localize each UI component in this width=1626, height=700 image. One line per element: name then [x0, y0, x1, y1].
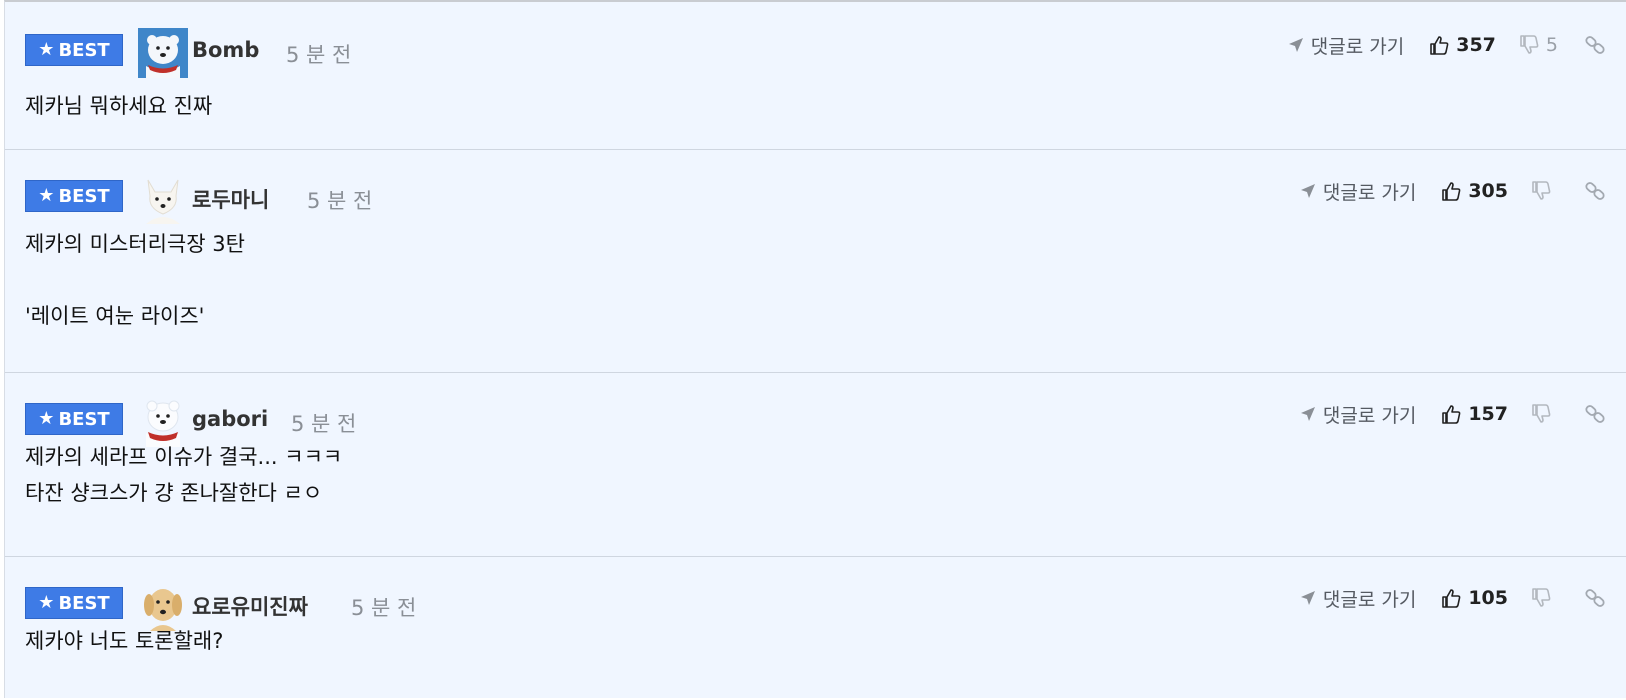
comment-time: 5 분 전	[351, 596, 417, 620]
thumbs-up-icon	[1442, 405, 1461, 424]
star-icon: ★	[38, 408, 55, 429]
comment-body: 제카님 뭐하세요 진짜	[25, 94, 213, 118]
thumbs-up-icon	[1442, 589, 1461, 608]
comment-body: 제카의 세라프 이슈가 결국... ㅋㅋㅋ 타잔 샹크스가 걍 존나잘한다 ㄹㅇ	[25, 445, 343, 505]
dislike-button[interactable]: 5	[1518, 34, 1558, 56]
best-badge: ★ BEST	[25, 180, 123, 212]
goto-comment-button[interactable]: 댓글로 가기	[1299, 178, 1416, 205]
copy-link-button[interactable]	[1584, 34, 1606, 56]
nickname[interactable]: Bomb	[192, 38, 259, 62]
goto-comment-button[interactable]: 댓글로 가기	[1299, 585, 1416, 612]
comment-actions: 댓글로 가기 157	[1299, 399, 1606, 429]
goto-comment-label: 댓글로 가기	[1322, 404, 1417, 427]
star-icon: ★	[38, 185, 55, 206]
goto-comment-label: 댓글로 가기	[1310, 35, 1405, 58]
comment-time: 5 분 전	[286, 43, 352, 67]
comment-list: ★ BEST Bomb 5 분 전 제카님 뭐하세요 진짜 댓글로 가기 357…	[4, 0, 1626, 698]
like-button[interactable]: 105	[1440, 587, 1508, 609]
best-badge-label: BEST	[58, 592, 110, 614]
avatar[interactable]	[138, 174, 188, 224]
comment-body: 제카야 너도 토론할래?	[25, 629, 224, 653]
link-icon	[1585, 182, 1605, 200]
like-count: 157	[1468, 403, 1508, 425]
best-badge-label: BEST	[58, 39, 110, 61]
thumbs-down-icon	[1520, 35, 1539, 54]
thumbs-up-icon	[1430, 36, 1449, 55]
best-badge: ★ BEST	[25, 34, 123, 66]
send-icon	[1300, 407, 1315, 421]
comment-actions: 댓글로 가기 305	[1299, 176, 1606, 206]
goto-comment-button[interactable]: 댓글로 가기	[1287, 32, 1404, 59]
comment-item: ★ BEST 로두마니 5 분 전 제카의 미스터리극장 3탄 '레이트 여눈 …	[5, 150, 1626, 373]
nickname[interactable]: gabori	[192, 407, 268, 431]
thumbs-up-icon	[1442, 182, 1461, 201]
like-button[interactable]: 157	[1440, 403, 1508, 425]
link-icon	[1585, 36, 1605, 54]
comment-actions: 댓글로 가기 357 5	[1287, 30, 1606, 60]
link-icon	[1585, 589, 1605, 607]
star-icon: ★	[38, 39, 55, 60]
send-icon	[1300, 184, 1315, 198]
like-count: 305	[1468, 180, 1508, 202]
best-badge: ★ BEST	[25, 403, 123, 435]
best-badge: ★ BEST	[25, 587, 123, 619]
nickname[interactable]: 로두마니	[192, 184, 269, 214]
comment-item: ★ BEST gabori 5 분 전 제카의 세라프 이슈가 결국... ㅋㅋ…	[5, 373, 1626, 557]
comment-actions: 댓글로 가기 105	[1299, 583, 1606, 613]
comment-body: 제카의 미스터리극장 3탄 '레이트 여눈 라이즈'	[25, 232, 245, 328]
copy-link-button[interactable]	[1584, 180, 1606, 202]
best-badge-label: BEST	[58, 408, 110, 430]
comment-time: 5 분 전	[307, 189, 373, 213]
send-icon	[1300, 591, 1315, 605]
like-button[interactable]: 305	[1440, 180, 1508, 202]
dislike-count: 5	[1545, 34, 1558, 56]
best-badge-label: BEST	[58, 185, 110, 207]
comment-item: ★ BEST 요로유미진짜 5 분 전 제카야 너도 토론할래? 댓글로 가기	[5, 557, 1626, 700]
goto-comment-button[interactable]: 댓글로 가기	[1299, 401, 1416, 428]
comment-item: ★ BEST Bomb 5 분 전 제카님 뭐하세요 진짜 댓글로 가기 357…	[5, 4, 1626, 150]
goto-comment-label: 댓글로 가기	[1322, 588, 1417, 611]
thumbs-down-icon	[1532, 404, 1551, 423]
dislike-button[interactable]	[1530, 587, 1558, 609]
copy-link-button[interactable]	[1584, 403, 1606, 425]
send-icon	[1288, 38, 1303, 52]
link-icon	[1585, 405, 1605, 423]
copy-link-button[interactable]	[1584, 587, 1606, 609]
like-button[interactable]: 357	[1428, 34, 1496, 56]
comment-time: 5 분 전	[291, 412, 357, 436]
like-count: 105	[1468, 587, 1508, 609]
thumbs-down-icon	[1532, 181, 1551, 200]
dislike-button[interactable]	[1530, 403, 1558, 425]
dislike-button[interactable]	[1530, 180, 1558, 202]
like-count: 357	[1456, 34, 1496, 56]
nickname[interactable]: 요로유미진짜	[192, 591, 308, 621]
star-icon: ★	[38, 592, 55, 613]
avatar[interactable]	[138, 28, 188, 78]
goto-comment-label: 댓글로 가기	[1322, 181, 1417, 204]
thumbs-down-icon	[1532, 588, 1551, 607]
